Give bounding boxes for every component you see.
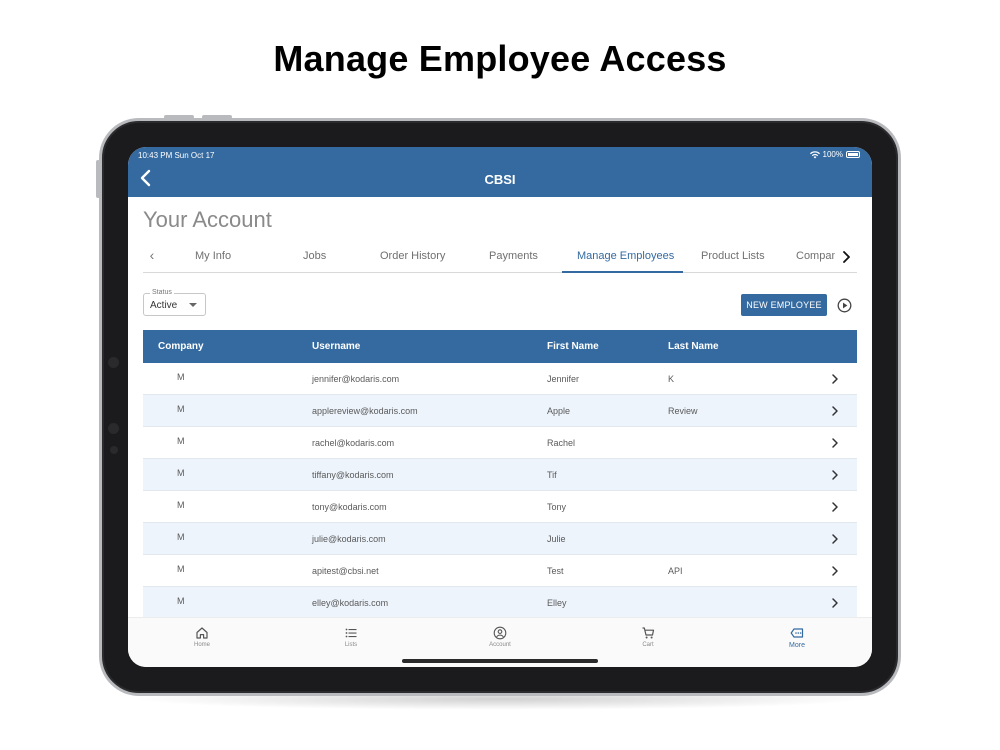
table-row[interactable]: Mjulie@kodaris.com Julie xyxy=(143,523,857,555)
nav-lists-label: Lists xyxy=(344,642,358,648)
play-circle-icon[interactable] xyxy=(837,298,852,313)
cell-company: M xyxy=(177,532,185,542)
col-header-first-name: First Name xyxy=(547,341,599,352)
employees-table: Company Username First Name Last Name Mj… xyxy=(143,330,857,619)
account-tabs: ‹ My Info Jobs Order History Payments Ma… xyxy=(143,245,857,273)
chevron-right-icon[interactable] xyxy=(831,437,839,449)
tab-manage-employees[interactable]: Manage Employees xyxy=(577,250,674,262)
wifi-icon xyxy=(809,150,820,158)
nav-more-label: More xyxy=(789,642,805,649)
tabs-scroll-right-icon[interactable] xyxy=(835,245,857,269)
cell-first-name: Apple xyxy=(547,406,571,416)
camera-dot xyxy=(108,357,119,368)
table-row[interactable]: Mtony@kodaris.com Tony xyxy=(143,491,857,523)
more-icon xyxy=(790,628,804,638)
nav-home[interactable]: Home xyxy=(172,626,232,648)
cell-first-name: Test xyxy=(547,566,564,576)
cell-username: apitest@cbsi.net xyxy=(312,566,379,576)
cell-company: M xyxy=(177,404,185,414)
cell-first-name: Tif xyxy=(547,470,557,480)
cell-username: tony@kodaris.com xyxy=(312,502,387,512)
cell-company: M xyxy=(177,564,185,574)
cell-first-name: Rachel xyxy=(547,438,576,448)
nav-more[interactable]: More xyxy=(767,626,827,649)
table-row[interactable]: Mtiffany@kodaris.com Tif xyxy=(143,459,857,491)
battery-percent: 100% xyxy=(822,150,843,159)
cell-company: M xyxy=(177,500,185,510)
battery-icon xyxy=(846,151,860,158)
chevron-right-icon[interactable] xyxy=(831,597,839,609)
status-indicators: 100% xyxy=(809,150,860,159)
tablet-screen: 10:43 PM Sun Oct 17 100% CBSI Your Accou… xyxy=(128,147,872,667)
tabs-scroll-left-icon[interactable]: ‹ xyxy=(143,247,161,267)
tab-jobs[interactable]: Jobs xyxy=(303,250,326,262)
col-header-company: Company xyxy=(158,341,204,352)
cell-first-name: Julie xyxy=(547,534,566,544)
cell-username: applereview@kodaris.com xyxy=(312,406,418,416)
tab-my-info[interactable]: My Info xyxy=(195,250,231,262)
col-header-username: Username xyxy=(312,341,361,352)
cell-first-name: Jennifer xyxy=(547,374,580,384)
list-icon xyxy=(345,628,357,638)
chevron-right-icon[interactable] xyxy=(831,405,839,417)
new-employee-button[interactable]: NEW EMPLOYEE xyxy=(741,294,827,316)
table-row[interactable]: Melley@kodaris.com Elley xyxy=(143,587,857,619)
app-title: CBSI xyxy=(484,172,516,187)
tab-order-history[interactable]: Order History xyxy=(380,250,445,262)
chevron-right-icon[interactable] xyxy=(831,469,839,481)
status-filter-value: Active xyxy=(150,300,178,311)
cell-last-name: Review xyxy=(668,406,698,416)
table-row[interactable]: Mapitest@cbsi.net Test API xyxy=(143,555,857,587)
nav-account[interactable]: Account xyxy=(470,626,530,648)
page-title: Your Account xyxy=(143,207,272,232)
page-headline: Manage Employee Access xyxy=(273,38,727,79)
cell-first-name: Elley xyxy=(547,598,567,608)
chevron-right-icon[interactable] xyxy=(831,565,839,577)
cart-icon xyxy=(642,627,655,639)
tab-payments[interactable]: Payments xyxy=(489,250,538,262)
cell-username: tiffany@kodaris.com xyxy=(312,470,394,480)
nav-lists[interactable]: Lists xyxy=(321,626,381,648)
table-header: Company Username First Name Last Name xyxy=(143,330,857,363)
cell-first-name: Tony xyxy=(547,502,567,512)
status-time: 10:43 PM Sun Oct 17 xyxy=(138,151,215,160)
chevron-right-icon[interactable] xyxy=(831,373,839,385)
cell-username: julie@kodaris.com xyxy=(312,534,386,544)
cell-username: rachel@kodaris.com xyxy=(312,438,395,448)
active-tab-indicator xyxy=(562,271,683,273)
cell-company: M xyxy=(177,468,185,478)
chevron-right-icon[interactable] xyxy=(831,501,839,513)
nav-cart-label: Cart xyxy=(642,642,654,648)
cell-company: M xyxy=(177,596,185,606)
nav-cart[interactable]: Cart xyxy=(618,626,678,648)
table-body: Mjennifer@kodaris.com Jennifer K Mapplerevi… xyxy=(143,363,857,619)
table-row[interactable]: Mjennifer@kodaris.com Jennifer K xyxy=(143,363,857,395)
status-filter-label: Status xyxy=(150,289,174,296)
cell-username: jennifer@kodaris.com xyxy=(312,374,400,384)
account-icon xyxy=(493,626,507,640)
chevron-right-icon[interactable] xyxy=(831,533,839,545)
sensor-dot xyxy=(108,423,119,434)
cell-last-name: K xyxy=(668,374,675,384)
cell-username: elley@kodaris.com xyxy=(312,598,389,608)
caret-down-icon xyxy=(189,303,197,307)
cell-company: M xyxy=(177,372,185,382)
sensor-dot-small xyxy=(110,446,118,454)
col-header-last-name: Last Name xyxy=(668,341,719,352)
tab-product-lists[interactable]: Product Lists xyxy=(701,250,765,262)
status-filter-select[interactable]: Status Active xyxy=(143,289,206,316)
cell-company: M xyxy=(177,436,185,446)
table-row[interactable]: Mapplereview@kodaris.com Apple Review xyxy=(143,395,857,427)
nav-home-label: Home xyxy=(193,642,210,648)
table-row[interactable]: Mrachel@kodaris.com Rachel xyxy=(143,427,857,459)
home-indicator[interactable] xyxy=(402,659,598,663)
home-icon xyxy=(196,627,208,639)
nav-account-label: Account xyxy=(489,642,511,648)
cell-last-name: API xyxy=(668,566,683,576)
app-bar: 10:43 PM Sun Oct 17 100% CBSI xyxy=(128,147,872,197)
